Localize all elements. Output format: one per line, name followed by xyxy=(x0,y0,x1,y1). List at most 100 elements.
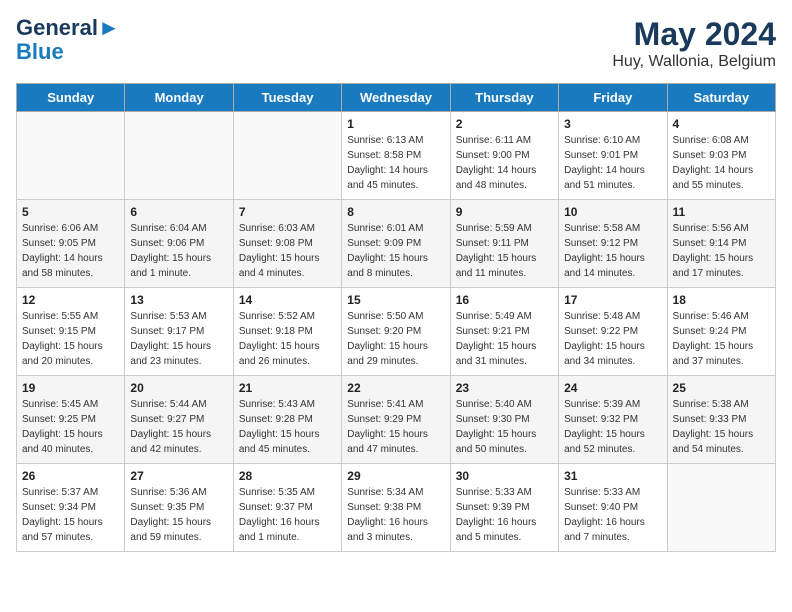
calendar-week-row: 12 Sunrise: 5:55 AM Sunset: 9:15 PM Dayl… xyxy=(17,288,776,376)
table-row: 22 Sunrise: 5:41 AM Sunset: 9:29 PM Dayl… xyxy=(342,376,450,464)
table-row: 5 Sunrise: 6:06 AM Sunset: 9:05 PM Dayli… xyxy=(17,200,125,288)
title-block: May 2024 Huy, Wallonia, Belgium xyxy=(612,16,776,71)
col-tuesday: Tuesday xyxy=(233,84,341,112)
table-row: 20 Sunrise: 5:44 AM Sunset: 9:27 PM Dayl… xyxy=(125,376,233,464)
table-row: 28 Sunrise: 5:35 AM Sunset: 9:37 PM Dayl… xyxy=(233,464,341,552)
day-info: Sunrise: 5:50 AM Sunset: 9:20 PM Dayligh… xyxy=(347,309,444,369)
day-number: 21 xyxy=(239,381,336,395)
day-number: 29 xyxy=(347,469,444,483)
page-header: General►Blue May 2024 Huy, Wallonia, Bel… xyxy=(16,16,776,71)
table-row: 11 Sunrise: 5:56 AM Sunset: 9:14 PM Dayl… xyxy=(667,200,775,288)
day-info: Sunrise: 5:56 AM Sunset: 9:14 PM Dayligh… xyxy=(673,221,770,281)
day-info: Sunrise: 5:43 AM Sunset: 9:28 PM Dayligh… xyxy=(239,397,336,457)
day-number: 17 xyxy=(564,293,661,307)
table-row: 4 Sunrise: 6:08 AM Sunset: 9:03 PM Dayli… xyxy=(667,112,775,200)
table-row: 31 Sunrise: 5:33 AM Sunset: 9:40 PM Dayl… xyxy=(559,464,667,552)
col-friday: Friday xyxy=(559,84,667,112)
day-info: Sunrise: 5:52 AM Sunset: 9:18 PM Dayligh… xyxy=(239,309,336,369)
col-sunday: Sunday xyxy=(17,84,125,112)
calendar-week-row: 1 Sunrise: 6:13 AM Sunset: 8:58 PM Dayli… xyxy=(17,112,776,200)
day-number: 27 xyxy=(130,469,227,483)
day-info: Sunrise: 5:38 AM Sunset: 9:33 PM Dayligh… xyxy=(673,397,770,457)
day-info: Sunrise: 6:03 AM Sunset: 9:08 PM Dayligh… xyxy=(239,221,336,281)
day-info: Sunrise: 5:40 AM Sunset: 9:30 PM Dayligh… xyxy=(456,397,553,457)
day-info: Sunrise: 5:44 AM Sunset: 9:27 PM Dayligh… xyxy=(130,397,227,457)
table-row: 2 Sunrise: 6:11 AM Sunset: 9:00 PM Dayli… xyxy=(450,112,558,200)
table-row: 15 Sunrise: 5:50 AM Sunset: 9:20 PM Dayl… xyxy=(342,288,450,376)
day-number: 20 xyxy=(130,381,227,395)
table-row: 17 Sunrise: 5:48 AM Sunset: 9:22 PM Dayl… xyxy=(559,288,667,376)
calendar-title: May 2024 xyxy=(612,16,776,53)
col-wednesday: Wednesday xyxy=(342,84,450,112)
table-row: 30 Sunrise: 5:33 AM Sunset: 9:39 PM Dayl… xyxy=(450,464,558,552)
table-row: 24 Sunrise: 5:39 AM Sunset: 9:32 PM Dayl… xyxy=(559,376,667,464)
day-info: Sunrise: 5:48 AM Sunset: 9:22 PM Dayligh… xyxy=(564,309,661,369)
col-thursday: Thursday xyxy=(450,84,558,112)
day-number: 3 xyxy=(564,117,661,131)
day-number: 7 xyxy=(239,205,336,219)
table-row: 8 Sunrise: 6:01 AM Sunset: 9:09 PM Dayli… xyxy=(342,200,450,288)
day-info: Sunrise: 5:49 AM Sunset: 9:21 PM Dayligh… xyxy=(456,309,553,369)
day-number: 2 xyxy=(456,117,553,131)
table-row: 9 Sunrise: 5:59 AM Sunset: 9:11 PM Dayli… xyxy=(450,200,558,288)
day-info: Sunrise: 5:55 AM Sunset: 9:15 PM Dayligh… xyxy=(22,309,119,369)
day-number: 11 xyxy=(673,205,770,219)
table-row: 1 Sunrise: 6:13 AM Sunset: 8:58 PM Dayli… xyxy=(342,112,450,200)
table-row xyxy=(667,464,775,552)
table-row: 23 Sunrise: 5:40 AM Sunset: 9:30 PM Dayl… xyxy=(450,376,558,464)
day-info: Sunrise: 5:58 AM Sunset: 9:12 PM Dayligh… xyxy=(564,221,661,281)
day-info: Sunrise: 5:39 AM Sunset: 9:32 PM Dayligh… xyxy=(564,397,661,457)
day-number: 10 xyxy=(564,205,661,219)
weekday-header-row: Sunday Monday Tuesday Wednesday Thursday… xyxy=(17,84,776,112)
table-row: 29 Sunrise: 5:34 AM Sunset: 9:38 PM Dayl… xyxy=(342,464,450,552)
table-row xyxy=(233,112,341,200)
day-info: Sunrise: 6:11 AM Sunset: 9:00 PM Dayligh… xyxy=(456,133,553,193)
day-number: 9 xyxy=(456,205,553,219)
calendar-table: Sunday Monday Tuesday Wednesday Thursday… xyxy=(16,83,776,552)
table-row: 14 Sunrise: 5:52 AM Sunset: 9:18 PM Dayl… xyxy=(233,288,341,376)
day-number: 8 xyxy=(347,205,444,219)
day-number: 24 xyxy=(564,381,661,395)
day-number: 22 xyxy=(347,381,444,395)
day-number: 19 xyxy=(22,381,119,395)
day-info: Sunrise: 5:59 AM Sunset: 9:11 PM Dayligh… xyxy=(456,221,553,281)
col-monday: Monday xyxy=(125,84,233,112)
day-info: Sunrise: 5:41 AM Sunset: 9:29 PM Dayligh… xyxy=(347,397,444,457)
day-number: 30 xyxy=(456,469,553,483)
day-info: Sunrise: 5:33 AM Sunset: 9:39 PM Dayligh… xyxy=(456,485,553,545)
calendar-week-row: 5 Sunrise: 6:06 AM Sunset: 9:05 PM Dayli… xyxy=(17,200,776,288)
logo-text: General►Blue xyxy=(16,16,120,64)
day-number: 4 xyxy=(673,117,770,131)
day-info: Sunrise: 6:10 AM Sunset: 9:01 PM Dayligh… xyxy=(564,133,661,193)
table-row: 3 Sunrise: 6:10 AM Sunset: 9:01 PM Dayli… xyxy=(559,112,667,200)
col-saturday: Saturday xyxy=(667,84,775,112)
table-row: 25 Sunrise: 5:38 AM Sunset: 9:33 PM Dayl… xyxy=(667,376,775,464)
day-number: 13 xyxy=(130,293,227,307)
day-number: 5 xyxy=(22,205,119,219)
day-info: Sunrise: 5:35 AM Sunset: 9:37 PM Dayligh… xyxy=(239,485,336,545)
table-row: 19 Sunrise: 5:45 AM Sunset: 9:25 PM Dayl… xyxy=(17,376,125,464)
day-info: Sunrise: 6:08 AM Sunset: 9:03 PM Dayligh… xyxy=(673,133,770,193)
table-row: 13 Sunrise: 5:53 AM Sunset: 9:17 PM Dayl… xyxy=(125,288,233,376)
day-info: Sunrise: 5:36 AM Sunset: 9:35 PM Dayligh… xyxy=(130,485,227,545)
day-number: 23 xyxy=(456,381,553,395)
day-info: Sunrise: 6:01 AM Sunset: 9:09 PM Dayligh… xyxy=(347,221,444,281)
day-number: 26 xyxy=(22,469,119,483)
table-row: 26 Sunrise: 5:37 AM Sunset: 9:34 PM Dayl… xyxy=(17,464,125,552)
calendar-week-row: 19 Sunrise: 5:45 AM Sunset: 9:25 PM Dayl… xyxy=(17,376,776,464)
day-info: Sunrise: 6:04 AM Sunset: 9:06 PM Dayligh… xyxy=(130,221,227,281)
table-row: 18 Sunrise: 5:46 AM Sunset: 9:24 PM Dayl… xyxy=(667,288,775,376)
day-info: Sunrise: 5:53 AM Sunset: 9:17 PM Dayligh… xyxy=(130,309,227,369)
table-row: 10 Sunrise: 5:58 AM Sunset: 9:12 PM Dayl… xyxy=(559,200,667,288)
day-info: Sunrise: 6:06 AM Sunset: 9:05 PM Dayligh… xyxy=(22,221,119,281)
table-row: 12 Sunrise: 5:55 AM Sunset: 9:15 PM Dayl… xyxy=(17,288,125,376)
day-info: Sunrise: 5:37 AM Sunset: 9:34 PM Dayligh… xyxy=(22,485,119,545)
day-info: Sunrise: 5:45 AM Sunset: 9:25 PM Dayligh… xyxy=(22,397,119,457)
logo: General►Blue xyxy=(16,16,120,64)
table-row: 7 Sunrise: 6:03 AM Sunset: 9:08 PM Dayli… xyxy=(233,200,341,288)
day-info: Sunrise: 5:33 AM Sunset: 9:40 PM Dayligh… xyxy=(564,485,661,545)
day-number: 6 xyxy=(130,205,227,219)
day-number: 31 xyxy=(564,469,661,483)
table-row: 21 Sunrise: 5:43 AM Sunset: 9:28 PM Dayl… xyxy=(233,376,341,464)
calendar-subtitle: Huy, Wallonia, Belgium xyxy=(612,53,776,71)
